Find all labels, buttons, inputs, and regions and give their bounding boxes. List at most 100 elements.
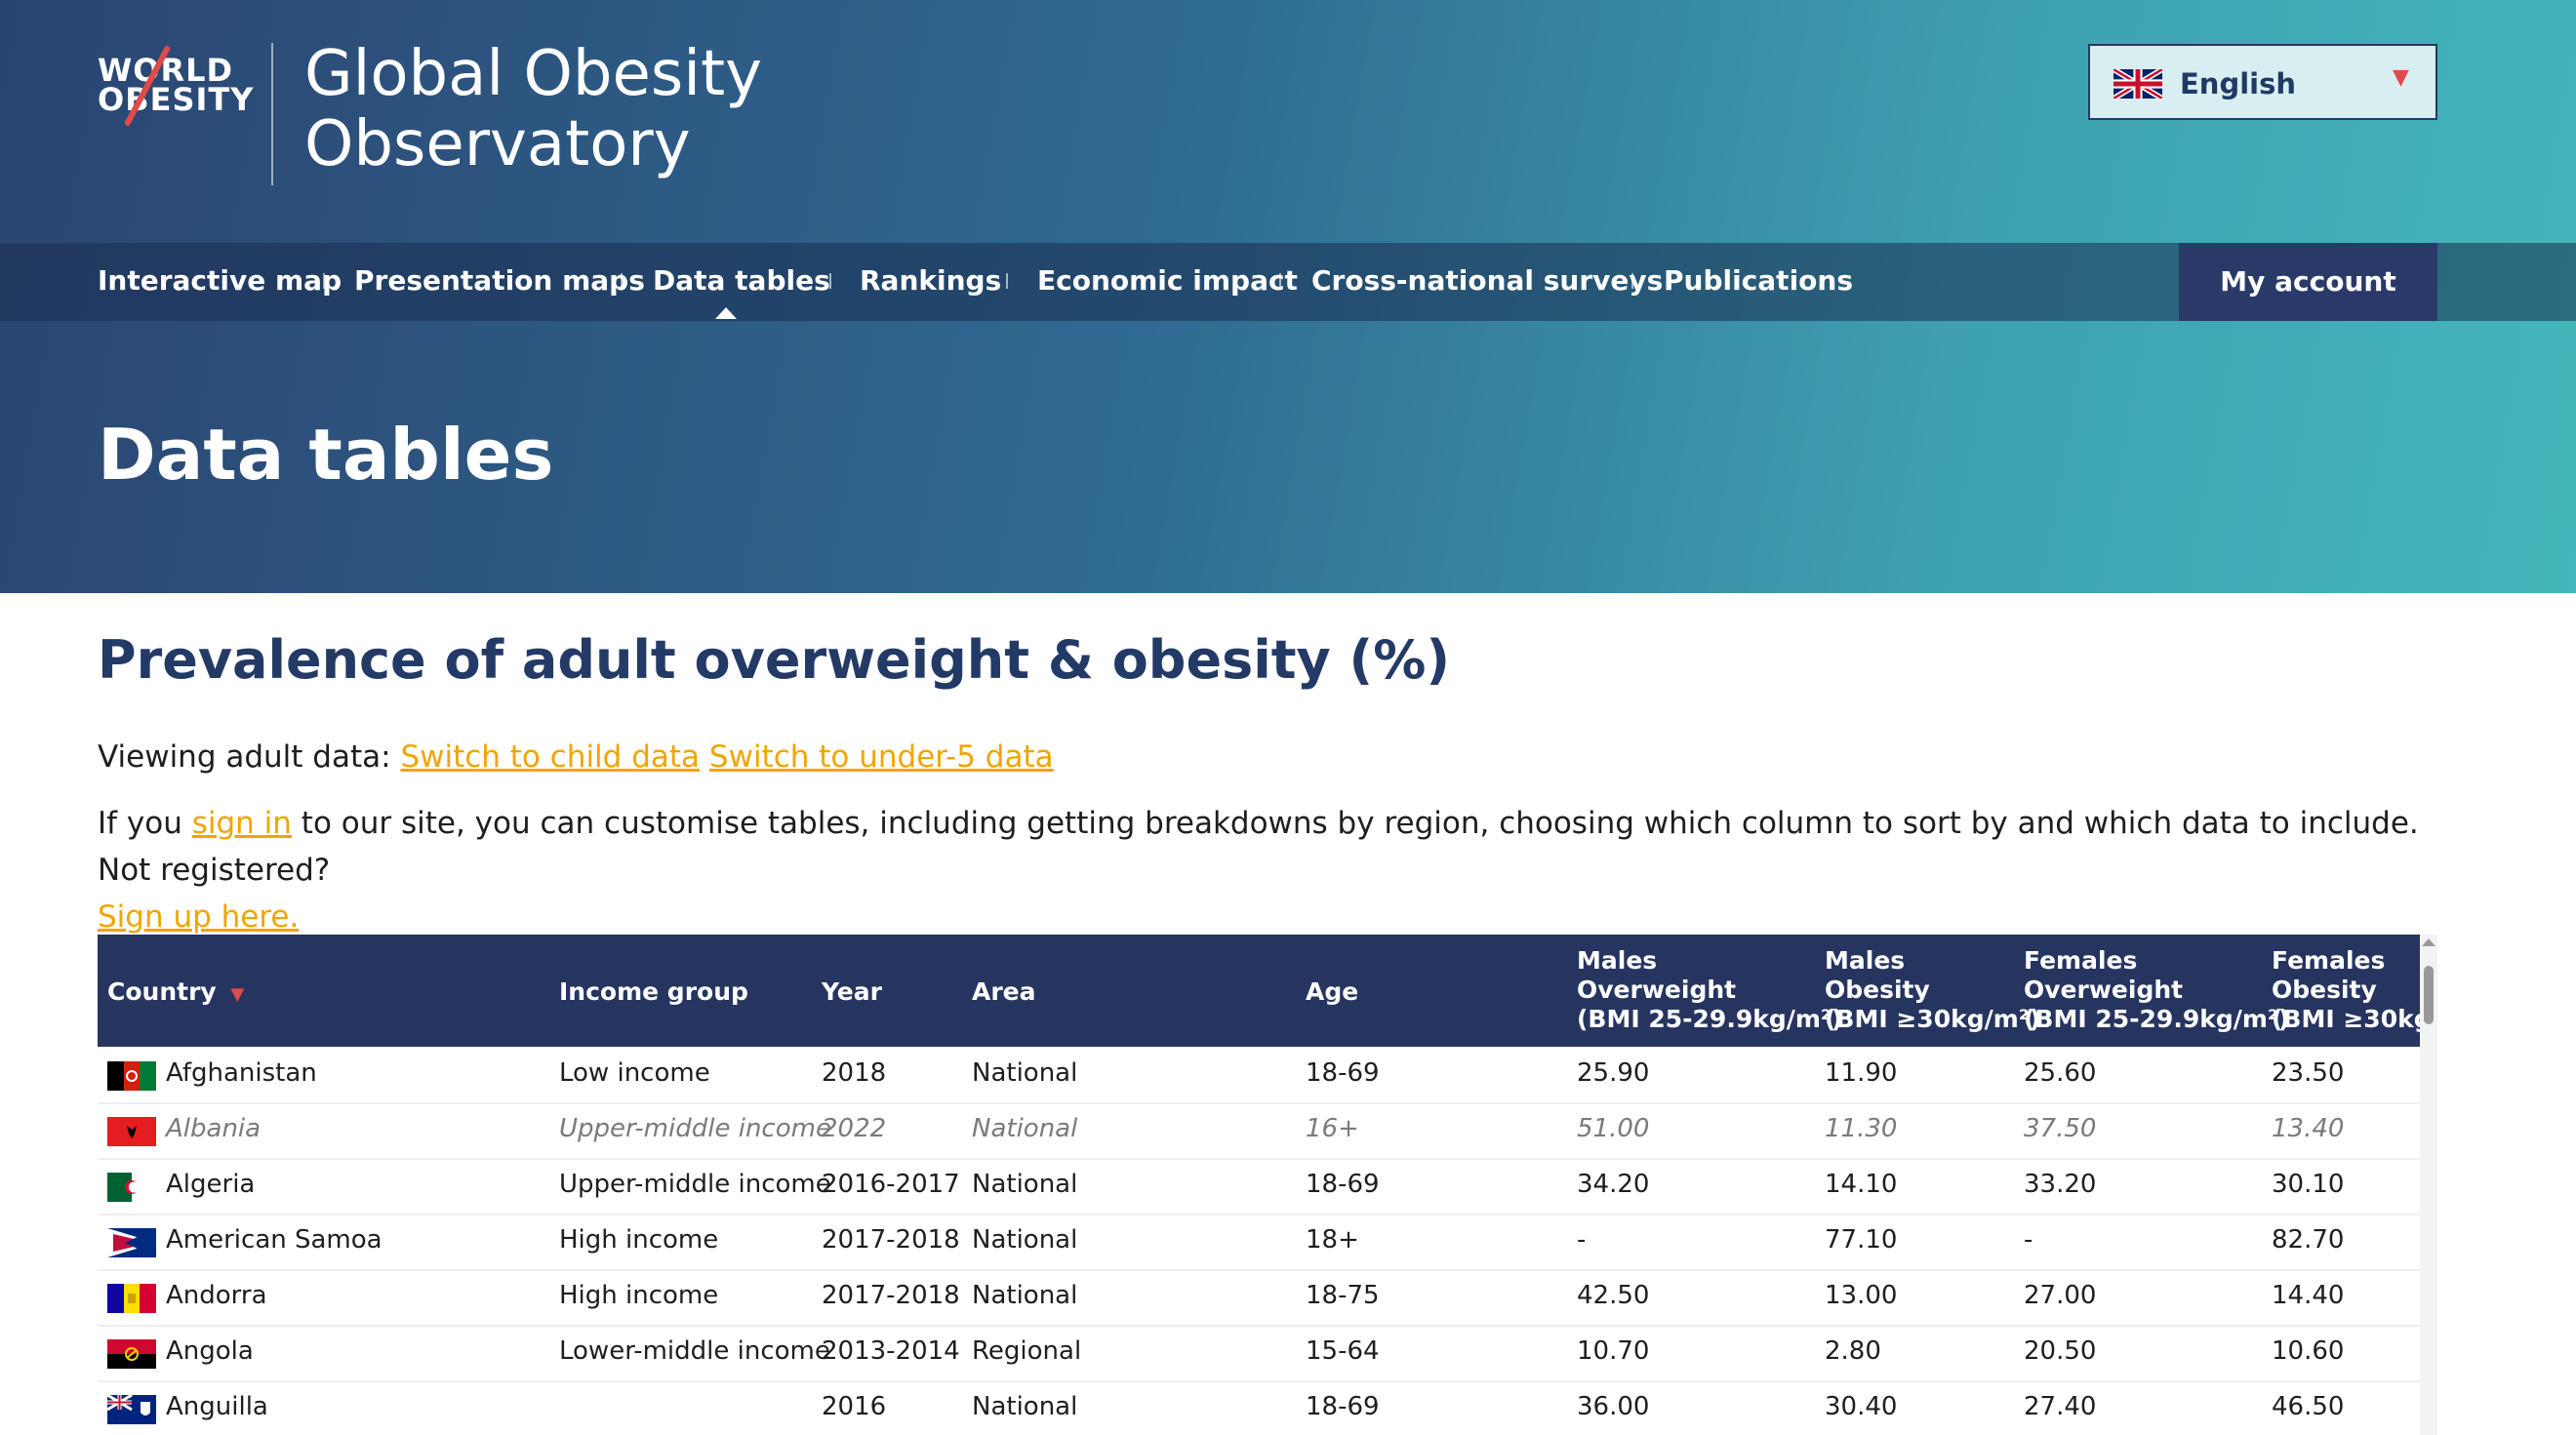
viewing-line: Viewing adult data: Switch to child data… (98, 734, 1054, 780)
col-header-line: Obesity (1825, 976, 1930, 1004)
switch-child-link[interactable]: Switch to child data (400, 739, 700, 775)
signin-after: to our site, you can customise tables, i… (98, 806, 2419, 888)
col-header-line: Males (1577, 946, 1658, 975)
table-row[interactable]: Albania Upper-middle income 2022 Nationa… (98, 1102, 2420, 1160)
cell-country: Algeria (166, 1170, 256, 1199)
scroll-up-icon[interactable] (2422, 938, 2435, 946)
language-selector[interactable]: English ▼ (2088, 44, 2437, 120)
cell-country: Albania (166, 1114, 262, 1143)
sort-desc-icon: ▼ (230, 984, 245, 1005)
site-title-line2: Observatory (304, 108, 691, 180)
cell-females-overweight: 27.40 (2024, 1392, 2097, 1421)
angola-flag-icon (107, 1339, 156, 1369)
table-row[interactable]: Afghanistan Low income 2018 National 18-… (98, 1047, 2420, 1104)
nav-rankings[interactable]: Rankings (860, 264, 1001, 297)
nav-presentation-maps[interactable]: Presentation maps (354, 264, 645, 297)
site-title[interactable]: Global Obesity Observatory (304, 39, 762, 179)
signin-before: If you (98, 806, 182, 841)
cell-females-overweight: 33.20 (2024, 1170, 2097, 1199)
cell-area: National (972, 1281, 1078, 1310)
col-header-line: (BMI 25-29.9kg/m²) (2024, 1005, 2290, 1033)
section-title: Prevalence of adult overweight & obesity… (98, 629, 1451, 691)
uk-flag-icon (2113, 69, 2162, 99)
cell-males-obesity: 14.10 (1825, 1170, 1898, 1199)
cell-age: 16+ (1306, 1114, 1359, 1143)
col-females-overweight[interactable]: Females Overweight (BMI 25-29.9kg/m²) (2024, 946, 2289, 1034)
col-header-line: Obesity (2272, 976, 2377, 1004)
cell-year: 2013-2014 (822, 1336, 960, 1366)
sign-up-link[interactable]: Sign up here. (98, 899, 299, 935)
cell-age: 18+ (1306, 1225, 1359, 1255)
page-title: Data tables (98, 414, 554, 496)
andorra-flag-icon (107, 1284, 156, 1313)
world-obesity-logo[interactable]: WORLD OBESITY (98, 44, 255, 133)
col-header-line: (BMI ≥30kg/m²) (1825, 1005, 2041, 1033)
american-samoa-flag-icon (107, 1228, 156, 1257)
chevron-down-icon: ▼ (2393, 65, 2409, 90)
cell-year: 2016-2017 (822, 1170, 960, 1199)
cell-income: High income (559, 1225, 719, 1255)
col-area[interactable]: Area (972, 977, 1036, 1007)
cell-females-obesity: 10.60 (2272, 1336, 2345, 1366)
cell-country: Andorra (166, 1281, 267, 1310)
cell-area: Regional (972, 1336, 1082, 1366)
cell-age: 18-69 (1306, 1392, 1380, 1421)
logo-divider (271, 43, 273, 185)
switch-under5-link[interactable]: Switch to under-5 data (709, 739, 1054, 775)
cell-females-obesity: 14.40 (2272, 1281, 2345, 1310)
site-title-line1: Global Obesity (304, 38, 762, 110)
cell-females-overweight: - (2024, 1225, 2033, 1255)
col-header-line: Overweight (2024, 976, 2184, 1004)
nav-separator (323, 273, 325, 289)
sign-in-link[interactable]: sign in (192, 806, 292, 841)
cell-age: 18-75 (1306, 1281, 1380, 1310)
col-females-obesity[interactable]: Females Obesity (BMI ≥30kg/m²) (2272, 946, 2420, 1034)
cell-males-obesity: 13.00 (1825, 1281, 1898, 1310)
col-country[interactable]: Country ▼ (107, 977, 244, 1010)
table-row[interactable]: Andorra High income 2017-2018 National 1… (98, 1269, 2420, 1327)
col-header-line: Females (2024, 946, 2138, 975)
cell-country: Afghanistan (166, 1058, 317, 1088)
nav-cross-national-surveys[interactable]: Cross-national surveys (1311, 264, 1663, 297)
cell-females-obesity: 46.50 (2272, 1392, 2345, 1421)
cell-males-obesity: 30.40 (1825, 1392, 1898, 1421)
col-income-group[interactable]: Income group (559, 977, 748, 1007)
table-row[interactable]: American Samoa High income 2017-2018 Nat… (98, 1214, 2420, 1271)
cell-females-overweight: 27.00 (2024, 1281, 2097, 1310)
cell-females-overweight: 25.60 (2024, 1058, 2097, 1088)
nav-interactive-map[interactable]: Interactive map (98, 264, 342, 297)
col-year[interactable]: Year (822, 977, 882, 1007)
nav-economic-impact[interactable]: Economic impact (1037, 264, 1298, 297)
nav-publications[interactable]: Publications (1664, 264, 1853, 297)
cell-males-obesity: 11.90 (1825, 1058, 1898, 1088)
cell-area: National (972, 1114, 1078, 1143)
nav-data-tables[interactable]: Data tables (653, 264, 830, 297)
cell-females-overweight: 37.50 (2024, 1114, 2097, 1143)
col-age[interactable]: Age (1306, 977, 1358, 1007)
cell-year: 2016 (822, 1392, 887, 1421)
cell-males-obesity: 2.80 (1825, 1336, 1881, 1366)
cell-area: National (972, 1058, 1078, 1088)
table-row[interactable]: Anguilla 2016 National 18-69 36.00 30.40… (98, 1380, 2420, 1435)
logo-line2: OBESITY (98, 81, 255, 118)
anguilla-flag-icon (107, 1395, 156, 1424)
col-males-obesity[interactable]: Males Obesity (BMI ≥30kg/m²) (1825, 946, 2040, 1034)
cell-area: National (972, 1392, 1078, 1421)
cell-age: 15-64 (1306, 1336, 1380, 1366)
cell-males-overweight: 42.50 (1577, 1281, 1650, 1310)
col-males-overweight[interactable]: Males Overweight (BMI 25-29.9kg/m²) (1577, 946, 1842, 1034)
cell-males-overweight: - (1577, 1225, 1587, 1255)
my-account-button[interactable]: My account (2179, 243, 2437, 321)
data-table: Country ▼ Income group Year Area Age Mal… (98, 935, 2420, 1435)
albania-flag-icon (107, 1117, 156, 1146)
cell-year: 2017-2018 (822, 1281, 960, 1310)
table-row[interactable]: Angola Lower-middle income 2013-2014 Reg… (98, 1325, 2420, 1382)
table-row[interactable]: Algeria Upper-middle income 2016-2017 Na… (98, 1158, 2420, 1216)
scrollbar-thumb[interactable] (2424, 966, 2434, 1024)
nav-separator (829, 273, 831, 289)
active-indicator-icon (715, 307, 737, 319)
nav-separator (1279, 273, 1281, 289)
language-label: English (2180, 67, 2297, 100)
nav-separator (1006, 273, 1008, 289)
col-header-line: Males (1825, 946, 1906, 975)
